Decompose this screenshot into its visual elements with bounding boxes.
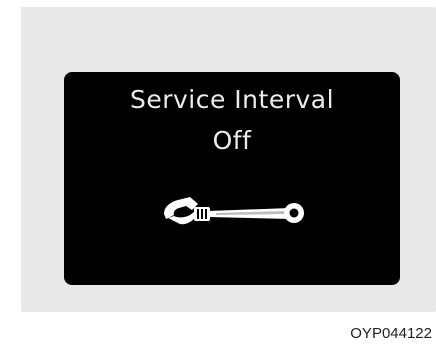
figure-code: OYP044122 — [350, 325, 432, 342]
wrench-icon — [164, 197, 304, 225]
cluster-display: Service Interval Off — [64, 72, 400, 285]
service-interval-label: Service Interval — [129, 85, 335, 114]
service-interval-status: Off — [212, 126, 252, 155]
